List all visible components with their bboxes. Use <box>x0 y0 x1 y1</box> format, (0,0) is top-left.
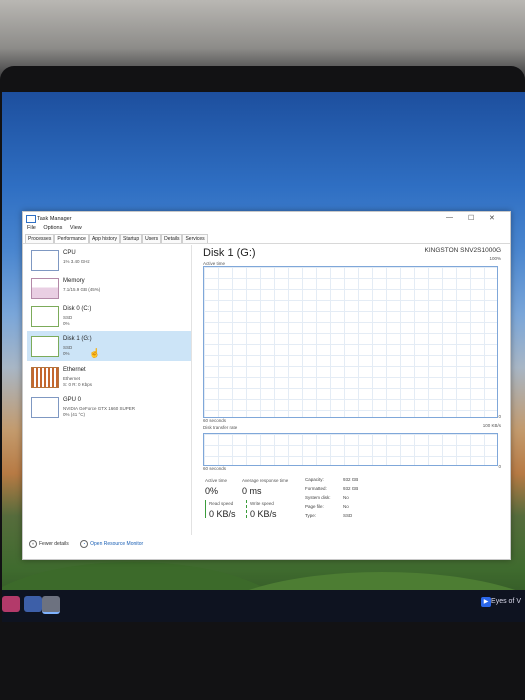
media-title[interactable]: Eyes of V <box>491 598 521 605</box>
tab-details[interactable]: Details <box>161 234 183 243</box>
stat-avg-response-value: 0 ms <box>242 486 262 496</box>
cpu-thumbnail-graph <box>31 250 59 271</box>
resource-sub: SSD <box>63 315 73 320</box>
disk0-thumbnail-graph <box>31 306 59 327</box>
active-time-graph <box>203 266 498 418</box>
open-resource-monitor-link[interactable]: ◔ Open Resource Monitor <box>80 540 144 548</box>
resource-name: Memory <box>63 278 85 284</box>
tab-performance[interactable]: Performance <box>54 234 89 243</box>
read-speed-label: Read speed <box>209 501 234 506</box>
graph-x-label: 60 seconds <box>203 418 227 423</box>
tab-startup[interactable]: Startup <box>119 234 143 243</box>
stat-active-time-value: 0% <box>205 486 219 496</box>
taskbar-app-icon[interactable] <box>2 596 20 612</box>
minimize-button[interactable]: — <box>446 214 453 221</box>
gpu-thumbnail-graph <box>31 397 59 418</box>
taskbar-app-icon[interactable] <box>24 596 42 612</box>
resource-sub: S: 0 R: 0 Kbps <box>63 382 93 387</box>
resource-sub: 0% (41 °C) <box>63 412 86 417</box>
resource-item-memory[interactable]: Memory 7.1/15.9 GB (45%) <box>27 275 191 301</box>
taskbar: ▶ Eyes of V <box>2 590 525 622</box>
page-title: Disk 1 (G:) <box>203 247 256 259</box>
resource-name: Disk 1 (G:) <box>63 336 92 342</box>
menu-options[interactable]: Options <box>43 225 62 231</box>
maximize-button[interactable]: ☐ <box>468 214 474 222</box>
chevron-up-icon: ˄ <box>29 540 37 548</box>
prop-system-disk-value: No <box>343 495 349 500</box>
footer: ˄ Fewer details ◔ Open Resource Monitor <box>29 540 143 548</box>
prop-formatted-key: Formatted: <box>305 486 327 491</box>
menu-file[interactable]: File <box>27 225 36 231</box>
hand-cursor-icon: ☝ <box>89 348 101 358</box>
memory-thumbnail-graph <box>31 278 59 299</box>
resource-item-disk0[interactable]: Disk 0 (C:) SSD 0% <box>27 303 191 329</box>
desktop-screen: Task Manager — ☐ ✕ File Options View Pro… <box>2 92 525 622</box>
graph-zero-label: 0 <box>498 414 501 419</box>
task-manager-window: Task Manager — ☐ ✕ File Options View Pro… <box>22 211 511 560</box>
write-speed-label: Write speed <box>250 501 274 506</box>
prop-system-disk-key: System disk: <box>305 495 331 500</box>
resource-monitor-icon: ◔ <box>80 540 89 548</box>
resource-sub: 0% <box>63 321 70 326</box>
resource-sub: NVIDIA GeForce GTX 1660 SUPER <box>63 406 136 411</box>
window-title: Task Manager <box>37 216 72 222</box>
disk-model: KINGSTON SNV2S1000G <box>424 247 501 254</box>
open-resource-monitor-label: Open Resource Monitor <box>90 541 144 548</box>
resource-list: CPU 1% 3.40 GHz Memory 7.1/15.9 GB (45%)… <box>23 245 192 535</box>
tab-app-history[interactable]: App history <box>88 234 120 243</box>
prop-type-key: Type: <box>305 513 317 518</box>
active-time-max: 100% <box>489 256 501 261</box>
transfer-rate-label: Disk transfer rate <box>203 425 238 430</box>
media-play-icon[interactable]: ▶ <box>481 597 491 607</box>
tab-processes[interactable]: Processes <box>25 234 55 243</box>
resource-name: Disk 0 (C:) <box>63 306 92 312</box>
stat-avg-response-label: Average response time <box>242 478 289 483</box>
resource-item-ethernet[interactable]: Ethernet Ethernet S: 0 R: 0 Kbps <box>27 364 191 390</box>
graph-zero-label: 0 <box>498 464 501 469</box>
title-bar[interactable]: Task Manager — ☐ ✕ <box>23 212 510 225</box>
prop-page-file-value: No <box>343 504 349 509</box>
menu-bar: File Options View <box>23 225 510 234</box>
resource-sub: SSD <box>63 345 73 350</box>
prop-capacity-value: 932 GB <box>343 477 359 482</box>
fewer-details-label: Fewer details <box>39 541 69 548</box>
prop-page-file-key: Page file: <box>305 504 324 509</box>
read-speed-value: 0 KB/s <box>209 509 236 519</box>
prop-type-value: SSD <box>343 513 353 518</box>
resource-sub: 7.1/15.9 GB (45%) <box>63 287 101 292</box>
fewer-details-button[interactable]: ˄ Fewer details <box>29 540 69 548</box>
prop-capacity-key: Capacity: <box>305 477 324 482</box>
menu-view[interactable]: View <box>70 225 82 231</box>
prop-formatted-value: 932 GB <box>343 486 359 491</box>
tab-strip: Processes Performance App history Startup Us… <box>23 234 510 244</box>
read-speed-indicator <box>205 500 206 518</box>
resource-sub: 1% 3.40 GHz <box>63 259 90 264</box>
resource-name: GPU 0 <box>63 397 82 403</box>
resource-sub: 0% <box>63 351 70 356</box>
resource-name: Ethernet <box>63 367 86 373</box>
resource-item-cpu[interactable]: CPU 1% 3.40 GHz <box>27 247 191 273</box>
write-speed-indicator <box>246 500 248 518</box>
graph-x-label: 60 seconds <box>203 466 227 471</box>
write-speed-value: 0 KB/s <box>250 509 277 519</box>
ethernet-thumbnail-graph <box>31 367 59 388</box>
disk-detail-pane: Disk 1 (G:) KINGSTON SNV2S1000G Active t… <box>201 245 501 535</box>
task-manager-icon <box>26 215 36 223</box>
transfer-rate-graph <box>203 433 498 466</box>
task-manager-taskbar-icon[interactable] <box>42 596 60 614</box>
resource-sub: Ethernet <box>63 376 81 381</box>
close-button[interactable]: ✕ <box>489 214 495 222</box>
resource-name: CPU <box>63 250 76 256</box>
resource-item-gpu[interactable]: GPU 0 NVIDIA GeForce GTX 1660 SUPER 0% (… <box>27 394 191 420</box>
tab-services[interactable]: Services <box>182 234 208 243</box>
disk1-thumbnail-graph <box>31 336 59 357</box>
transfer-rate-max: 100 KB/s <box>482 423 501 428</box>
resource-item-disk1[interactable]: Disk 1 (G:) SSD 0% ☝ <box>27 331 191 361</box>
tab-users[interactable]: Users <box>142 234 162 243</box>
stat-active-time-label: Active time <box>205 478 228 483</box>
